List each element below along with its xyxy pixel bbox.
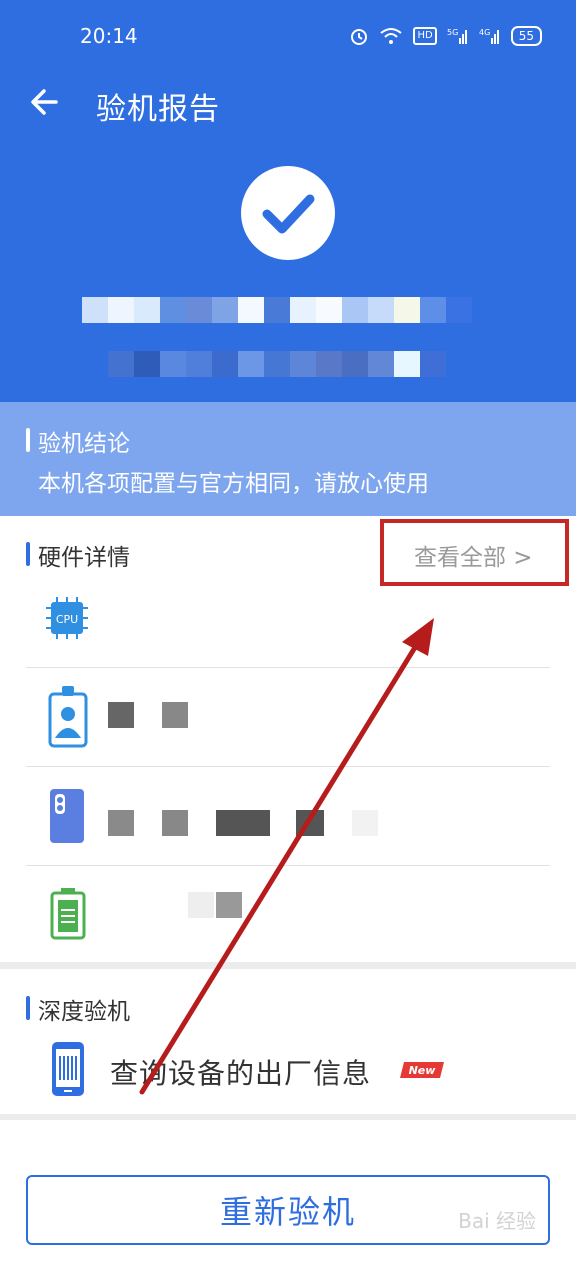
annotation-arrow <box>139 618 434 1095</box>
